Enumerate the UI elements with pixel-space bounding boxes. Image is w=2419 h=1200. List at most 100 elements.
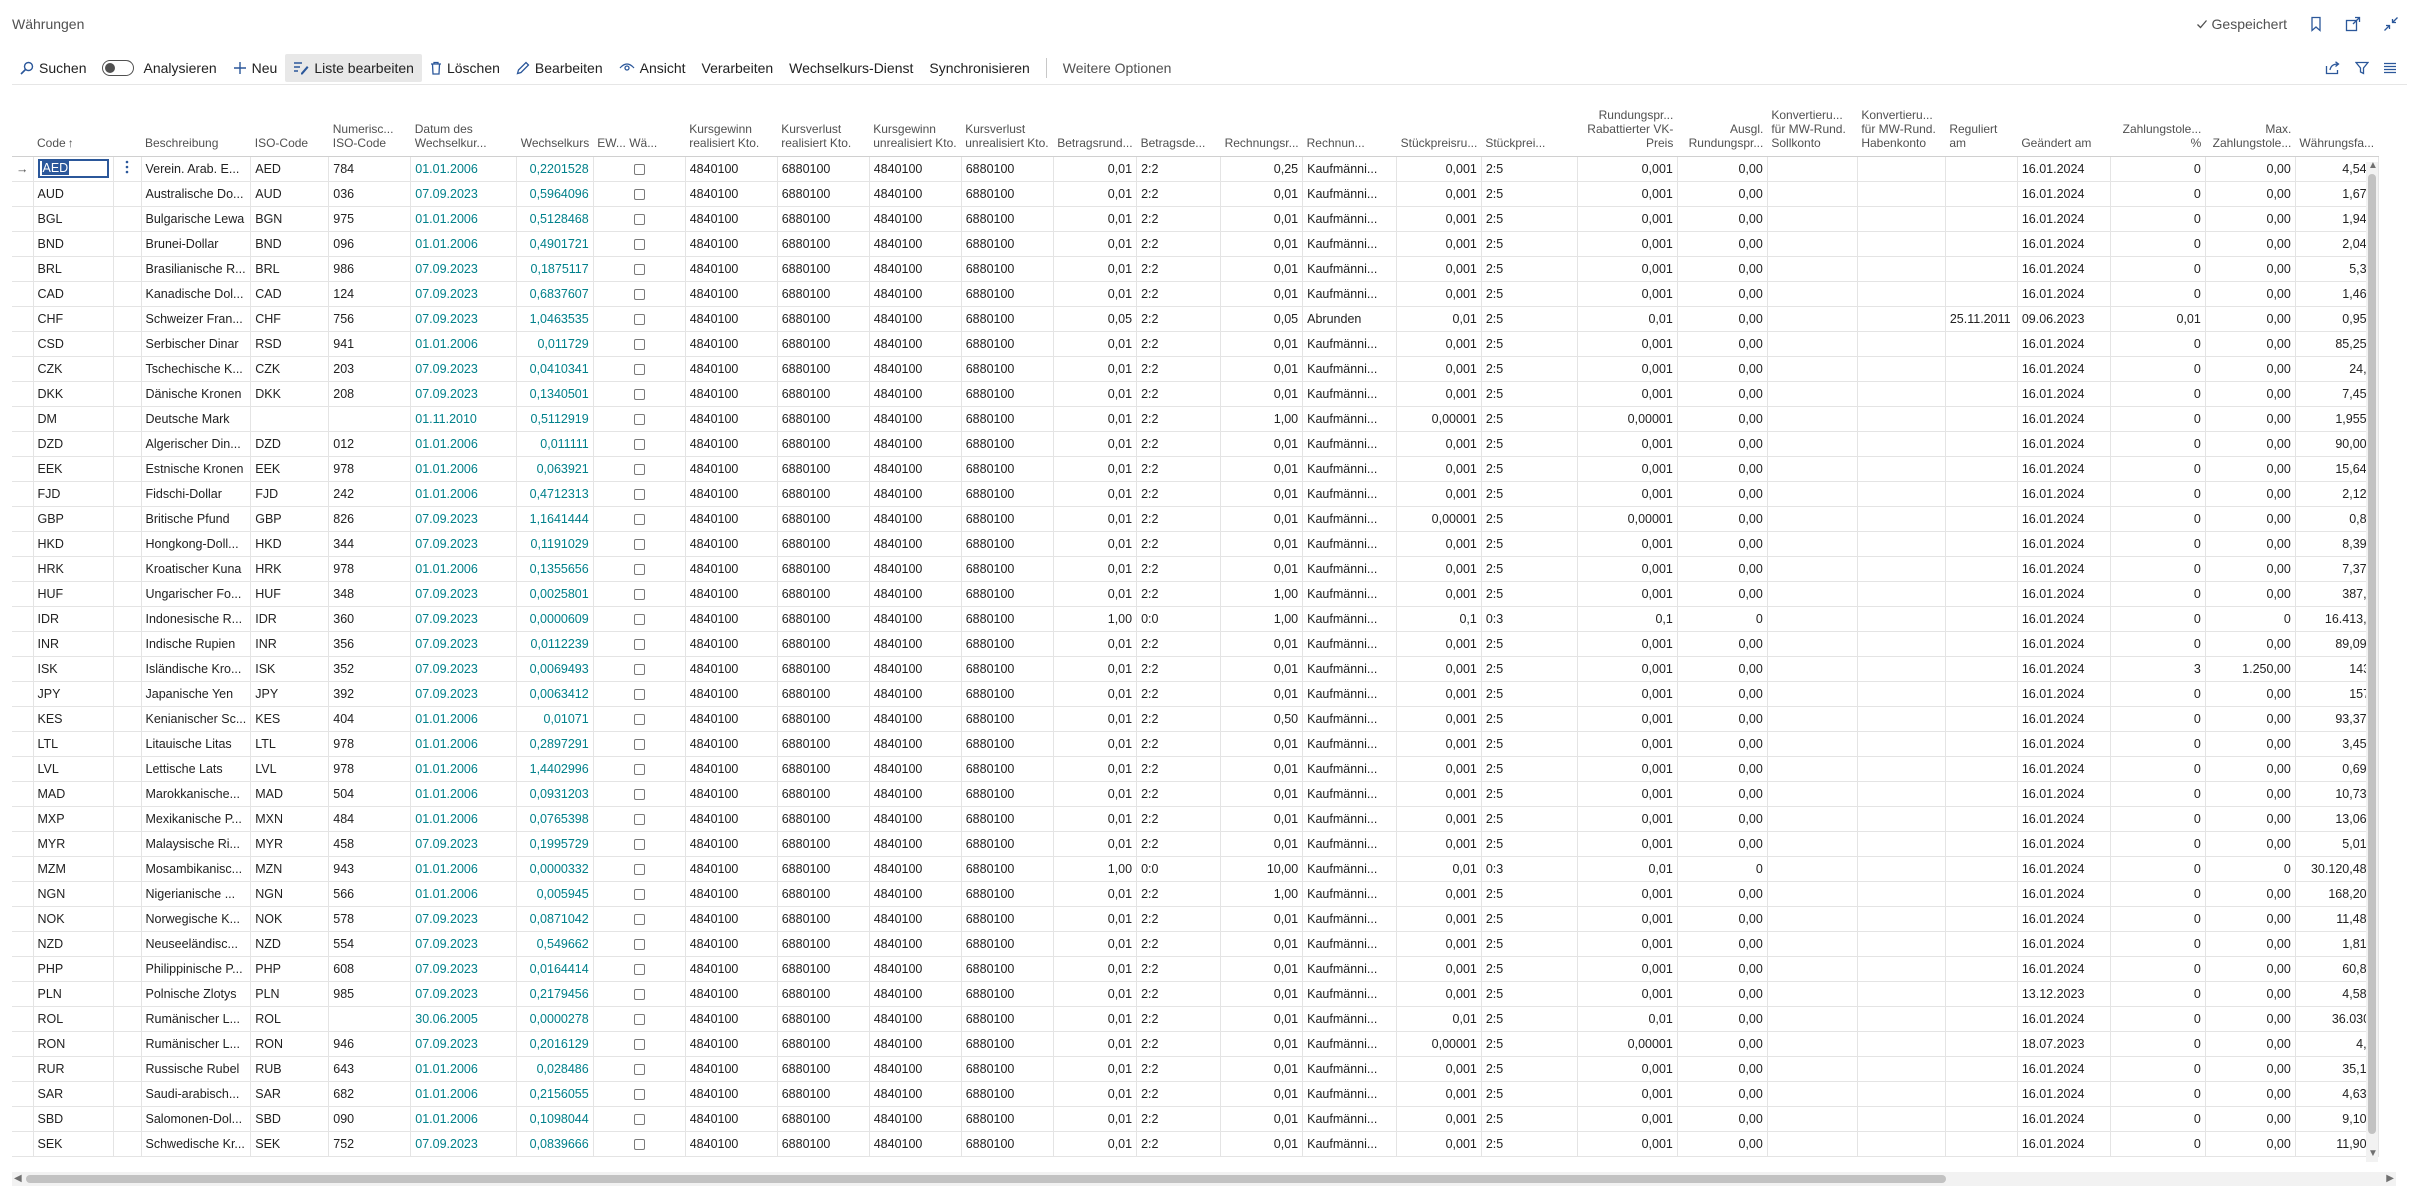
row-actions-cell[interactable] [113, 681, 142, 707]
table-cell[interactable]: 07.09.2023 [410, 381, 518, 407]
row-actions-cell[interactable] [113, 156, 142, 182]
table-cell[interactable]: 07.09.2023 [410, 1131, 518, 1157]
search-button[interactable]: Suchen [12, 54, 94, 82]
row-actions-cell[interactable] [113, 356, 142, 382]
table-row[interactable]: CSD Serbischer Dinar RSD 941 01.01.2006 0,011… [12, 331, 2379, 357]
checkbox[interactable] [633, 188, 645, 200]
table-cell[interactable]: 07.09.2023 [410, 931, 518, 957]
ew-checkbox-cell[interactable] [593, 206, 686, 232]
table-cell[interactable]: 0,2156055 [516, 1081, 594, 1107]
column-header[interactable]: Wechselkurs [516, 92, 594, 157]
row-actions-cell[interactable] [113, 1031, 142, 1057]
ew-checkbox-cell[interactable] [593, 881, 686, 907]
ew-checkbox-cell[interactable] [593, 856, 686, 882]
checkbox[interactable] [633, 1038, 645, 1050]
checkbox[interactable] [633, 838, 645, 850]
table-cell[interactable]: 07.09.2023 [410, 681, 518, 707]
table-cell[interactable]: 01.01.2006 [410, 756, 518, 782]
row-actions-cell[interactable] [113, 906, 142, 932]
edit-button[interactable]: Bearbeiten [508, 54, 611, 82]
ew-checkbox-cell[interactable] [593, 181, 686, 207]
row-actions-cell[interactable] [113, 231, 142, 257]
table-cell[interactable]: 0,01071 [516, 706, 594, 732]
row-actions-cell[interactable] [113, 1081, 142, 1107]
ew-checkbox-cell[interactable] [593, 556, 686, 582]
row-actions-cell[interactable] [113, 1006, 142, 1032]
ew-checkbox-cell[interactable] [593, 956, 686, 982]
table-cell[interactable]: 01.01.2006 [410, 806, 518, 832]
ew-checkbox-cell[interactable] [593, 581, 686, 607]
column-header[interactable]: Rundungspr... Rabattierter VK-Preis [1577, 92, 1678, 157]
new-button[interactable]: Neu [225, 54, 286, 82]
row-actions-cell[interactable] [113, 881, 142, 907]
table-row[interactable]: RUR Russische Rubel RUB 643 01.01.2006 0,0284… [12, 1056, 2379, 1082]
table-row[interactable]: EEK Estnische Kronen EEK 978 01.01.2006 0,063… [12, 456, 2379, 482]
table-cell[interactable]: 0,1995729 [516, 831, 594, 857]
column-header[interactable]: Betragsrund... [1053, 92, 1137, 157]
checkbox[interactable] [633, 613, 645, 625]
checkbox[interactable] [633, 438, 645, 450]
column-header[interactable]: Geändert am [2017, 92, 2111, 157]
ew-checkbox-cell[interactable] [593, 731, 686, 757]
ew-checkbox-cell[interactable] [593, 1056, 686, 1082]
column-header[interactable]: Code ↑ [33, 92, 113, 157]
table-row[interactable]: SEK Schwedische Kr... SEK 752 07.09.2023 0,08… [12, 1131, 2379, 1157]
ew-checkbox-cell[interactable] [593, 381, 686, 407]
row-actions-cell[interactable] [113, 731, 142, 757]
table-cell[interactable]: 0,0063412 [516, 681, 594, 707]
table-cell[interactable]: 07.09.2023 [410, 581, 518, 607]
table-cell[interactable]: 01.01.2006 [410, 781, 518, 807]
table-cell[interactable]: 0,2016129 [516, 1031, 594, 1057]
table-cell[interactable]: 07.09.2023 [410, 281, 518, 307]
table-row[interactable]: DZD Algerischer Din... DZD 012 01.01.2006 0,0… [12, 431, 2379, 457]
ew-checkbox-cell[interactable] [593, 1031, 686, 1057]
scroll-down-icon[interactable]: ▼ [2368, 1148, 2378, 1159]
table-cell[interactable]: 30.06.2005 [410, 1006, 518, 1032]
table-row[interactable]: SAR Saudi-arabisch... SAR 682 01.01.2006 0,21… [12, 1081, 2379, 1107]
view-button[interactable]: Ansicht [611, 54, 694, 82]
table-row[interactable]: MYR Malaysische Ri... MYR 458 07.09.2023 0,19… [12, 831, 2379, 857]
ew-checkbox-cell[interactable] [593, 356, 686, 382]
share-icon[interactable] [2325, 61, 2341, 75]
checkbox[interactable] [633, 463, 645, 475]
process-menu[interactable]: Verarbeiten [694, 54, 782, 82]
table-cell[interactable]: 0,0931203 [516, 781, 594, 807]
row-actions-cell[interactable] [113, 1056, 142, 1082]
table-cell[interactable]: 01.01.2006 [410, 206, 518, 232]
table-cell[interactable]: 0,0765398 [516, 806, 594, 832]
ew-checkbox-cell[interactable] [593, 281, 686, 307]
row-actions-cell[interactable] [113, 831, 142, 857]
table-row[interactable]: ISK Isländische Kro... ISK 352 07.09.2023 0,0… [12, 656, 2379, 682]
checkbox[interactable] [633, 813, 645, 825]
table-cell[interactable]: 0,1191029 [516, 531, 594, 557]
table-cell[interactable]: 01.01.2006 [410, 731, 518, 757]
vertical-scrollbar[interactable]: ▲ ▼ [2366, 160, 2378, 1162]
column-header[interactable]: Stückprei... [1481, 92, 1578, 157]
table-cell[interactable]: 07.09.2023 [410, 306, 518, 332]
table-cell[interactable]: 0,5112919 [516, 406, 594, 432]
filter-icon[interactable] [2355, 61, 2369, 75]
ew-checkbox-cell[interactable] [593, 706, 686, 732]
table-cell[interactable]: 07.09.2023 [410, 531, 518, 557]
checkbox[interactable] [633, 363, 645, 375]
table-cell[interactable]: 0,0000278 [516, 1006, 594, 1032]
scroll-left-icon[interactable]: ◀ [14, 1173, 22, 1184]
ew-checkbox-cell[interactable] [593, 406, 686, 432]
row-actions-cell[interactable] [113, 306, 142, 332]
table-cell[interactable]: 01.01.2006 [410, 156, 518, 182]
checkbox[interactable] [633, 738, 645, 750]
table-cell[interactable]: 0,0000332 [516, 856, 594, 882]
column-header[interactable]: Beschreibung [141, 92, 251, 157]
checkbox[interactable] [633, 388, 645, 400]
table-cell[interactable]: 0,1875117 [516, 256, 594, 282]
column-header[interactable]: Zahlungstole... % [2110, 92, 2206, 157]
table-row[interactable]: KES Kenianischer Sc... KES 404 01.01.2006 0,0… [12, 706, 2379, 732]
table-cell[interactable]: 0,0410341 [516, 356, 594, 382]
row-actions-cell[interactable] [113, 331, 142, 357]
edit-list-button[interactable]: Liste bearbeiten [285, 54, 422, 82]
column-header[interactable]: Kursverlust unrealisiert Kto. [961, 92, 1054, 157]
ew-checkbox-cell[interactable] [593, 1081, 686, 1107]
table-cell[interactable]: 01.01.2006 [410, 706, 518, 732]
checkbox[interactable] [633, 338, 645, 350]
checkbox[interactable] [633, 163, 645, 175]
